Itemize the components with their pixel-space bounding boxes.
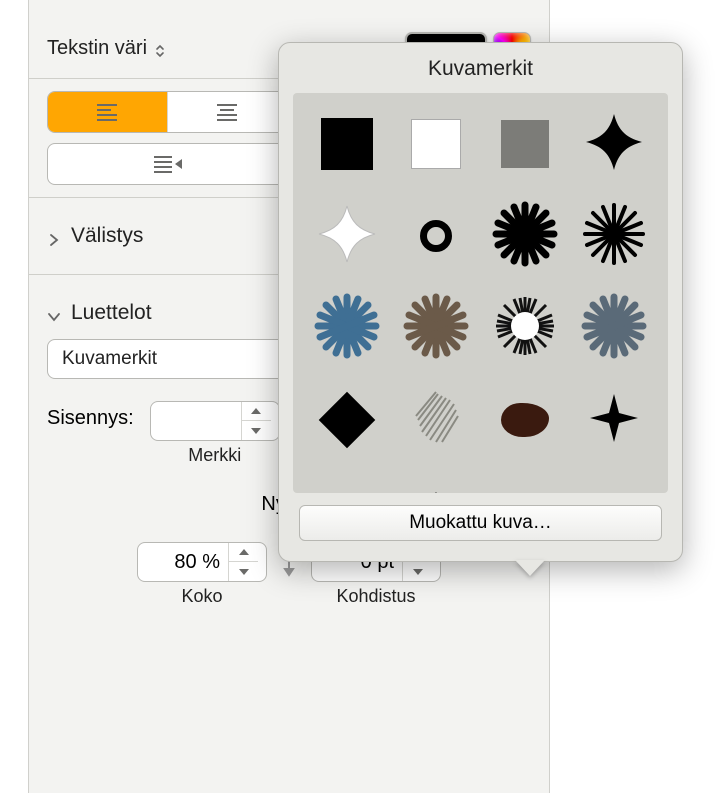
text-color-label: Tekstin väri bbox=[47, 37, 147, 60]
popover-title: Kuvamerkit bbox=[293, 57, 668, 81]
indent-label: Sisennys: bbox=[47, 401, 134, 430]
popover-tail bbox=[515, 560, 545, 576]
text-color-popup[interactable]: Tekstin väri bbox=[47, 37, 167, 60]
bullet-grid bbox=[293, 93, 668, 493]
bullet-square-gray[interactable] bbox=[492, 111, 558, 177]
chevron-right-icon bbox=[47, 229, 61, 243]
bullet-circle-ring[interactable] bbox=[403, 203, 469, 269]
size-group: Koko bbox=[137, 542, 267, 607]
bullet-indent-input[interactable] bbox=[151, 410, 241, 433]
bullet-diamond-black-2[interactable] bbox=[403, 479, 469, 493]
alignment-segmented-control bbox=[47, 91, 287, 133]
lists-label: Luettelot bbox=[71, 301, 152, 325]
align-center-button[interactable] bbox=[168, 92, 287, 132]
align-label: Kohdistus bbox=[336, 586, 415, 607]
custom-image-label: Muokattu kuva… bbox=[409, 512, 552, 534]
bullet-burst-stripe[interactable] bbox=[492, 295, 558, 361]
bullet-scribble-gray[interactable] bbox=[403, 387, 469, 453]
stepper-down-button[interactable] bbox=[403, 562, 432, 582]
size-label: Koko bbox=[181, 586, 222, 607]
image-bullets-popover: Kuvamerkit bbox=[278, 42, 683, 562]
list-style-value: Kuvamerkit bbox=[62, 348, 157, 370]
align-center-icon bbox=[217, 104, 237, 121]
bullet-star4-white[interactable] bbox=[314, 203, 380, 269]
bullet-star4-black[interactable] bbox=[581, 111, 647, 177]
bullet-diamond-black[interactable] bbox=[314, 387, 380, 453]
bullet-square-black[interactable] bbox=[314, 111, 380, 177]
size-field[interactable] bbox=[137, 542, 267, 582]
custom-image-button[interactable]: Muokattu kuva… bbox=[299, 505, 662, 541]
stepper-up-button[interactable] bbox=[242, 401, 271, 421]
stepper-down-button[interactable] bbox=[242, 421, 271, 441]
stepper bbox=[228, 542, 258, 582]
stepper bbox=[241, 401, 271, 441]
bullet-burst-gray[interactable] bbox=[581, 295, 647, 361]
bullet-indent-group: Merkki bbox=[150, 401, 280, 466]
bullet-blob-brown[interactable] bbox=[492, 387, 558, 453]
bullet-burst-blue[interactable] bbox=[314, 295, 380, 361]
spacing-label: Välistys bbox=[71, 224, 143, 248]
bullet-burst-black-thin[interactable] bbox=[581, 203, 647, 269]
align-left-button[interactable] bbox=[48, 92, 168, 132]
chevron-down-icon bbox=[47, 306, 61, 320]
bullet-burst-brown[interactable] bbox=[403, 295, 469, 361]
stepper-down-button[interactable] bbox=[229, 562, 258, 582]
align-left-icon bbox=[97, 104, 117, 121]
bullet-indent-field[interactable] bbox=[150, 401, 280, 441]
chevron-up-down-icon bbox=[153, 41, 167, 55]
indent-segmented-control[interactable] bbox=[47, 143, 287, 185]
bullet-burst-black[interactable] bbox=[492, 203, 558, 269]
size-input[interactable] bbox=[138, 551, 228, 574]
bullet-sparkle-black[interactable] bbox=[581, 387, 647, 453]
stepper-up-button[interactable] bbox=[229, 542, 258, 562]
bullet-square-white[interactable] bbox=[403, 111, 469, 177]
bullet-indent-label: Merkki bbox=[188, 445, 241, 466]
outdent-icon bbox=[154, 154, 180, 174]
